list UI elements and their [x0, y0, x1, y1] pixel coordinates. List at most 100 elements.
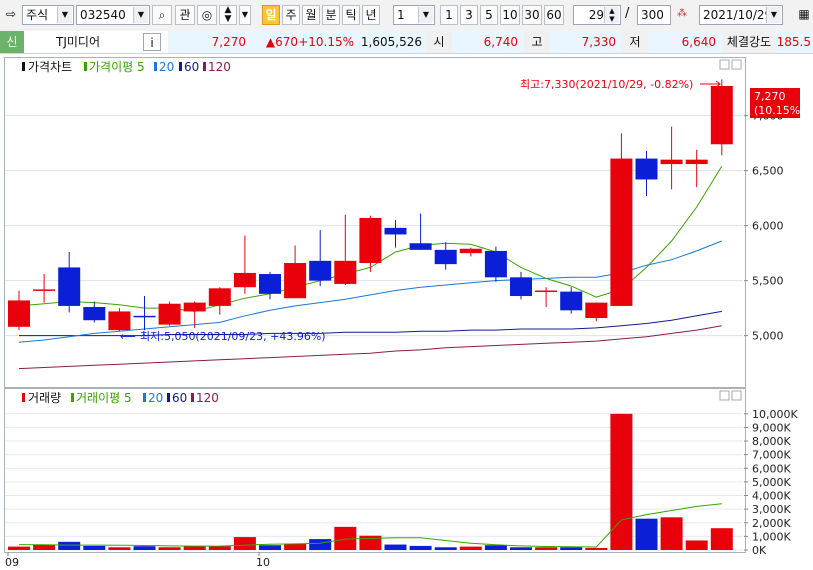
candle[interactable] — [233, 235, 256, 294]
volume-bar[interactable] — [409, 545, 432, 550]
candle[interactable] — [484, 246, 507, 282]
candle-body — [685, 159, 708, 165]
price-tick-label: 6,500 — [752, 165, 784, 178]
candle[interactable] — [309, 230, 332, 287]
price-panel-controls — [719, 59, 742, 70]
volume-bar[interactable] — [635, 518, 658, 550]
candle[interactable] — [459, 247, 482, 257]
price-tick-label: 6,000 — [752, 220, 784, 233]
volume-bar[interactable] — [233, 537, 256, 550]
candle[interactable] — [108, 308, 131, 332]
panel-minimize-icon[interactable] — [719, 390, 730, 401]
date-x-axis: 09 10 — [5, 552, 270, 569]
volume-bar[interactable] — [660, 517, 683, 550]
legend-vma60-marker — [167, 393, 170, 402]
volume-bar[interactable] — [384, 544, 407, 550]
legend-ma20-label[interactable]: 20 — [159, 60, 174, 74]
volume-bar[interactable] — [484, 545, 507, 550]
candle[interactable] — [409, 213, 432, 250]
volume-tick-label: 0K — [752, 544, 767, 557]
candle-body — [183, 302, 206, 312]
legend-price-label[interactable]: 가격차트 — [28, 60, 72, 74]
volume-y-axis: 10,000K9,000K8,000K7,000K6,000K5,000K4,0… — [744, 408, 798, 557]
candle[interactable] — [8, 290, 30, 331]
volume-bar[interactable] — [510, 547, 532, 550]
legend-vma120-label[interactable]: 120 — [196, 391, 219, 405]
legend-ma5-label[interactable]: 가격이평 5 — [89, 60, 145, 74]
volume-bar[interactable] — [560, 547, 583, 550]
volume-bar[interactable] — [58, 541, 81, 550]
price-legend: 가격차트 가격이평 5 20 60 120 — [22, 60, 231, 74]
volume-bar[interactable] — [585, 547, 608, 550]
candle[interactable] — [208, 287, 231, 315]
volume-bar[interactable] — [208, 546, 231, 550]
price-y-axis: 7,0006,5006,0005,5005,000 — [744, 110, 784, 343]
candle-body — [510, 277, 532, 297]
candle[interactable] — [359, 215, 382, 272]
candle-body — [560, 291, 583, 311]
volume-bar[interactable] — [8, 546, 30, 550]
volume-bar[interactable] — [83, 545, 106, 550]
legend-vma20-label[interactable]: 20 — [148, 391, 163, 405]
candle[interactable] — [710, 79, 733, 156]
volume-tick-label: 6,000K — [752, 462, 791, 475]
candle-body — [434, 249, 457, 265]
candle[interactable] — [560, 287, 583, 314]
volume-bar[interactable] — [309, 539, 332, 550]
volume-bar[interactable] — [610, 413, 633, 550]
candle[interactable] — [58, 252, 81, 313]
candle[interactable] — [434, 242, 457, 270]
volume-bar[interactable] — [685, 540, 708, 550]
volume-bar[interactable] — [710, 528, 733, 550]
candle-body — [284, 263, 307, 299]
low-annotation-arrow: ⟵ — [120, 330, 136, 343]
candle[interactable] — [585, 302, 608, 322]
candle-body — [309, 260, 332, 281]
volume-bar[interactable] — [284, 543, 307, 550]
legend-vma5-label[interactable]: 거래이평 5 — [76, 391, 132, 405]
legend-ma120-label[interactable]: 120 — [208, 60, 231, 74]
candle-body — [710, 85, 733, 145]
legend-vma60-label[interactable]: 60 — [172, 391, 187, 405]
candle[interactable] — [685, 149, 708, 188]
legend-volume-label[interactable]: 거래량 — [28, 391, 61, 405]
volume-tick-label: 9,000K — [752, 421, 791, 434]
candle[interactable] — [83, 301, 106, 323]
candle-body — [83, 307, 106, 321]
candle[interactable] — [158, 301, 181, 326]
candle[interactable] — [133, 296, 156, 331]
panel-minimize-icon[interactable] — [719, 59, 730, 70]
candle[interactable] — [284, 245, 307, 299]
candle-body — [158, 303, 181, 325]
candle[interactable] — [635, 150, 658, 196]
last-price-label: 7,270 — [754, 90, 786, 103]
legend-ma20-marker — [154, 62, 157, 71]
candle[interactable] — [660, 126, 683, 190]
volume-bar[interactable] — [259, 545, 281, 550]
panel-close-icon[interactable] — [731, 59, 742, 70]
legend-ma60-label[interactable]: 60 — [184, 60, 199, 74]
panel-close-icon[interactable] — [731, 390, 742, 401]
volume-bar[interactable] — [133, 546, 156, 550]
candle[interactable] — [384, 220, 407, 248]
candle-body — [334, 260, 357, 284]
volume-tick-label: 5,000K — [752, 476, 791, 489]
candle[interactable] — [610, 133, 633, 306]
candle-body — [33, 289, 56, 291]
candle-body — [459, 248, 482, 254]
volume-bar[interactable] — [434, 547, 457, 550]
volume-tick-label: 10,000K — [752, 408, 798, 421]
candle[interactable] — [33, 274, 56, 303]
volume-bar[interactable] — [459, 546, 482, 550]
candle[interactable] — [510, 271, 532, 300]
price-tick-label: 5,500 — [752, 275, 784, 288]
volume-tick-label: 8,000K — [752, 435, 791, 448]
legend-ma5-marker — [84, 62, 87, 71]
volume-bar[interactable] — [158, 547, 181, 550]
volume-bar[interactable] — [535, 547, 558, 550]
legend-vma20-marker — [143, 393, 146, 402]
volume-bar[interactable] — [108, 547, 131, 550]
volume-legend: 거래량 거래이평 5 20 60 120 — [22, 391, 219, 405]
candle[interactable] — [535, 287, 558, 308]
candle-body — [484, 250, 507, 278]
